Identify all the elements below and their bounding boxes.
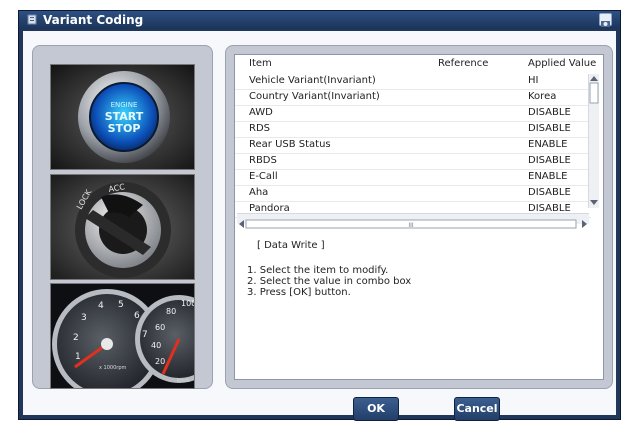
- table-row[interactable]: Rear USB Status ENABLE: [235, 138, 591, 154]
- tick-4: 4: [98, 301, 104, 311]
- table-row[interactable]: AWD DISABLE: [235, 106, 591, 122]
- table-body: Vehicle Variant(Invariant) HI Country Vari…: [235, 74, 591, 220]
- variant-coding-window: Variant Coding ENGINE START STOP LOCK AC…: [18, 10, 621, 421]
- window-title: Variant Coding: [43, 13, 144, 27]
- table-row[interactable]: E-Call ENABLE: [235, 170, 591, 186]
- table-row[interactable]: Vehicle Variant(Invariant) HI: [235, 74, 591, 90]
- vertical-scrollbar[interactable]: [588, 74, 599, 208]
- rpm-unit: x 1000rpm: [99, 365, 127, 371]
- speed-tick-100: 100: [181, 299, 195, 308]
- scroll-up-icon: [590, 76, 598, 81]
- table-row[interactable]: Aha DISABLE: [235, 186, 591, 202]
- image-panel: ENGINE START STOP LOCK ACC 1 2 3 4 5 6 7…: [32, 45, 213, 389]
- speed-tick-80: 80: [166, 307, 176, 316]
- column-header-applied-value[interactable]: Applied Value: [528, 58, 596, 69]
- item-cell: Country Variant(Invariant): [249, 91, 380, 102]
- ignition-key-image: LOCK ACC: [50, 174, 195, 280]
- item-cell: RDS: [249, 123, 270, 134]
- ok-button[interactable]: OK: [353, 397, 399, 421]
- speed-tick-60: 60: [155, 323, 165, 332]
- scroll-left-icon: [239, 220, 244, 228]
- dialog-client-area: ENGINE START STOP LOCK ACC 1 2 3 4 5 6 7…: [23, 31, 616, 421]
- applied-value-cell[interactable]: DISABLE: [528, 155, 571, 166]
- help-title: [ Data Write ]: [257, 240, 325, 251]
- start-stop-image: ENGINE START STOP: [50, 64, 195, 170]
- coding-list-area: Item Reference Applied Value Vehicle Var…: [234, 54, 604, 380]
- ignition-illustration: LOCK ACC: [51, 175, 194, 279]
- column-header-item[interactable]: Item: [249, 58, 272, 69]
- speed-tick-20: 20: [155, 357, 165, 366]
- column-header-reference[interactable]: Reference: [438, 58, 488, 69]
- tick-6: 6: [134, 311, 140, 321]
- item-cell: AWD: [249, 107, 273, 118]
- gauge-cluster-image: 1 2 3 4 5 6 7 x 1000rpm 80 100 60 40 20: [50, 283, 195, 389]
- help-step-1: 1. Select the item to modify.: [247, 265, 389, 276]
- camera-icon: [601, 21, 610, 27]
- item-cell: Rear USB Status: [249, 139, 331, 150]
- applied-value-cell[interactable]: HI: [528, 75, 538, 86]
- table-header: Item Reference Applied Value: [235, 55, 605, 72]
- coding-panel: Item Reference Applied Value Vehicle Var…: [225, 45, 613, 389]
- applied-value-cell[interactable]: Korea: [528, 91, 556, 102]
- vertical-scrollbar-graphic: [589, 76, 599, 205]
- item-cell: RBDS: [249, 155, 277, 166]
- window-menu-icon[interactable]: [27, 14, 37, 25]
- table-row[interactable]: Country Variant(Invariant) Korea: [235, 90, 591, 106]
- applied-value-cell[interactable]: DISABLE: [528, 187, 571, 198]
- horizontal-scrollbar-graphic: III: [239, 219, 587, 229]
- horizontal-scrollbar[interactable]: III: [237, 213, 589, 229]
- speed-unit: km/h: [177, 378, 190, 384]
- tick-5: 5: [118, 300, 124, 310]
- applied-value-cell[interactable]: DISABLE: [528, 107, 571, 118]
- speed-tick-40: 40: [151, 341, 161, 350]
- help-step-3: 3. Press [OK] button.: [247, 287, 351, 298]
- item-cell: Vehicle Variant(Invariant): [249, 75, 376, 86]
- help-step-2: 2. Select the value in combo box: [247, 276, 412, 287]
- cancel-button[interactable]: Cancel: [454, 397, 500, 421]
- hscroll-grip: III: [408, 222, 414, 229]
- scroll-down-icon: [590, 200, 598, 205]
- applied-value-cell[interactable]: ENABLE: [528, 171, 567, 182]
- scroll-thumb[interactable]: [589, 82, 599, 104]
- gauge-illustration: 1 2 3 4 5 6 7 x 1000rpm 80 100 60 40 20: [51, 284, 195, 388]
- title-bar: Variant Coding: [19, 11, 620, 29]
- start-stop-illustration: ENGINE START STOP: [51, 65, 194, 169]
- tick-7: 7: [142, 330, 148, 340]
- engine-text: ENGINE: [111, 101, 138, 109]
- help-text: [ Data Write ] 1. Select the item to mod…: [247, 240, 411, 298]
- tick-1: 1: [75, 352, 81, 362]
- item-cell: Aha: [249, 187, 269, 198]
- table-row[interactable]: RDS DISABLE: [235, 122, 591, 138]
- table-row[interactable]: RBDS DISABLE: [235, 154, 591, 170]
- tick-2: 2: [73, 333, 79, 343]
- tick-3: 3: [81, 313, 87, 323]
- scroll-right-icon: [582, 220, 587, 228]
- item-cell: E-Call: [249, 171, 278, 182]
- camera-button[interactable]: [599, 13, 612, 27]
- applied-value-cell[interactable]: ENABLE: [528, 139, 567, 150]
- stop-text: STOP: [108, 122, 141, 135]
- applied-value-cell[interactable]: DISABLE: [528, 123, 571, 134]
